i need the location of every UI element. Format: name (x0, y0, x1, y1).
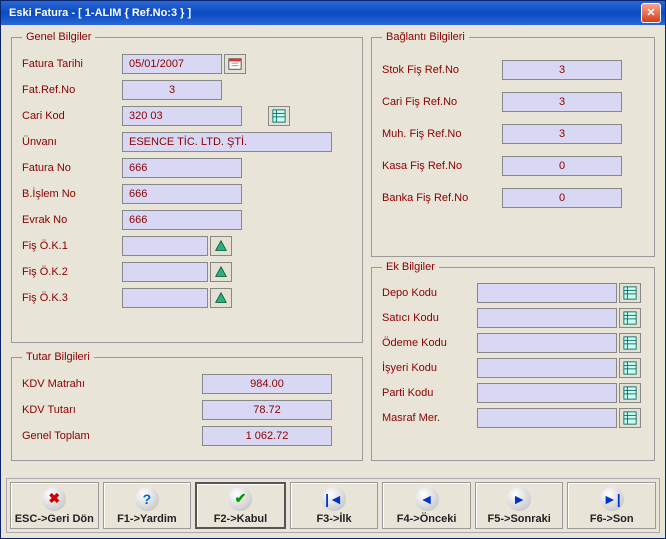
f6-son-button[interactable]: ►| F6->Son (567, 482, 656, 529)
evrak-no-label: Evrak No (22, 214, 122, 226)
title-bar: Eski Fatura - [ 1-ALIM { Ref.No:3 } ] ✕ (1, 1, 665, 25)
stok-fis-field[interactable]: 3 (502, 60, 622, 80)
f1-label: F1->Yardim (117, 513, 177, 525)
f4-onceki-button[interactable]: ◄ F4->Önceki (382, 482, 471, 529)
cari-kod-field[interactable]: 320 03 (122, 106, 242, 126)
genel-legend: Genel Bilgiler (22, 31, 95, 43)
fat-refno-label: Fat.Ref.No (22, 84, 122, 96)
genel-toplam-label: Genel Toplam (22, 430, 132, 442)
footer-toolbar: ✖ ESC->Geri Dön ? F1->Yardim ✔ F2->Kabul… (6, 478, 660, 533)
fatura-no-field[interactable]: 666 (122, 158, 242, 178)
evrak-no-field[interactable]: 666 (122, 210, 242, 230)
f6-label: F6->Son (590, 513, 634, 525)
masraf-mer-field[interactable] (477, 408, 617, 428)
bislem-no-label: B.İşlem No (22, 188, 122, 200)
client-area: Genel Bilgiler Fatura Tarihi 05/01/2007 … (1, 25, 665, 538)
lookup-icon[interactable] (619, 383, 641, 403)
fatura-no-label: Fatura No (22, 162, 122, 174)
parti-kodu-label: Parti Kodu (382, 387, 477, 399)
tutar-legend: Tutar Bilgileri (22, 351, 94, 363)
next-icon: ► (507, 487, 531, 511)
cancel-icon: ✖ (42, 487, 66, 511)
f4-label: F4->Önceki (397, 513, 457, 525)
fatura-tarihi-label: Fatura Tarihi (22, 58, 122, 70)
fatura-tarihi-field[interactable]: 05/01/2007 (122, 54, 222, 74)
baglanti-bilgileri-group: Bağlantı Bilgileri Stok Fiş Ref.No 3 Car… (371, 31, 655, 257)
bislem-no-field[interactable]: 666 (122, 184, 242, 204)
ek-bilgiler-group: Ek Bilgiler Depo Kodu Satıcı Kodu Ödeme … (371, 261, 655, 461)
odeme-kodu-label: Ödeme Kodu (382, 337, 477, 349)
muh-fis-label: Muh. Fiş Ref.No (382, 128, 502, 140)
help-icon: ? (135, 487, 159, 511)
satici-kodu-label: Satıcı Kodu (382, 312, 477, 324)
lookup-icon[interactable] (210, 262, 232, 282)
fis-ok3-label: Fiş Ö.K.3 (22, 292, 122, 304)
fis-ok3-field[interactable] (122, 288, 208, 308)
f5-sonraki-button[interactable]: ► F5->Sonraki (475, 482, 564, 529)
fat-refno-field[interactable]: 3 (122, 80, 222, 100)
banka-fis-field[interactable]: 0 (502, 188, 622, 208)
unvani-field[interactable]: ESENCE TİC. LTD. ŞTİ. (122, 132, 332, 152)
kdv-matrahi-field: 984.00 (202, 374, 332, 394)
ek-legend: Ek Bilgiler (382, 261, 439, 273)
lookup-icon[interactable] (268, 106, 290, 126)
cari-kod-label: Cari Kod (22, 110, 122, 122)
lookup-icon[interactable] (619, 408, 641, 428)
unvani-label: Ünvanı (22, 136, 122, 148)
lookup-icon[interactable] (619, 283, 641, 303)
masraf-mer-label: Masraf Mer. (382, 412, 477, 424)
depo-kodu-label: Depo Kodu (382, 287, 477, 299)
first-icon: |◄ (322, 487, 346, 511)
accept-icon: ✔ (228, 487, 252, 511)
lookup-icon[interactable] (210, 288, 232, 308)
esc-geri-don-button[interactable]: ✖ ESC->Geri Dön (10, 482, 99, 529)
f2-kabul-button[interactable]: ✔ F2->Kabul (195, 482, 286, 529)
lookup-icon[interactable] (619, 308, 641, 328)
f2-label: F2->Kabul (214, 513, 267, 525)
last-icon: ►| (600, 487, 624, 511)
f1-yardim-button[interactable]: ? F1->Yardim (103, 482, 192, 529)
close-button[interactable]: ✕ (641, 3, 661, 23)
cari-fis-label: Cari Fiş Ref.No (382, 96, 502, 108)
baglanti-legend: Bağlantı Bilgileri (382, 31, 469, 43)
stok-fis-label: Stok Fiş Ref.No (382, 64, 502, 76)
fis-ok1-label: Fiş Ö.K.1 (22, 240, 122, 252)
odeme-kodu-field[interactable] (477, 333, 617, 353)
kdv-tutari-field: 78.72 (202, 400, 332, 420)
esc-label: ESC->Geri Dön (15, 513, 94, 525)
kasa-fis-label: Kasa Fiş Ref.No (382, 160, 502, 172)
kdv-matrahi-label: KDV Matrahı (22, 378, 132, 390)
lookup-icon[interactable] (619, 333, 641, 353)
genel-toplam-field: 1 062.72 (202, 426, 332, 446)
prev-icon: ◄ (415, 487, 439, 511)
isyeri-kodu-field[interactable] (477, 358, 617, 378)
parti-kodu-field[interactable] (477, 383, 617, 403)
calendar-icon[interactable] (224, 54, 246, 74)
fis-ok2-label: Fiş Ö.K.2 (22, 266, 122, 278)
muh-fis-field[interactable]: 3 (502, 124, 622, 144)
genel-bilgiler-group: Genel Bilgiler Fatura Tarihi 05/01/2007 … (11, 31, 363, 343)
depo-kodu-field[interactable] (477, 283, 617, 303)
kdv-tutari-label: KDV Tutarı (22, 404, 132, 416)
fis-ok2-field[interactable] (122, 262, 208, 282)
f3-ilk-button[interactable]: |◄ F3->İlk (290, 482, 379, 529)
kasa-fis-field[interactable]: 0 (502, 156, 622, 176)
window-title: Eski Fatura - [ 1-ALIM { Ref.No:3 } ] (9, 7, 191, 19)
app-window: Eski Fatura - [ 1-ALIM { Ref.No:3 } ] ✕ … (0, 0, 666, 539)
isyeri-kodu-label: İşyeri Kodu (382, 362, 477, 374)
fis-ok1-field[interactable] (122, 236, 208, 256)
tutar-bilgileri-group: Tutar Bilgileri KDV Matrahı 984.00 KDV T… (11, 351, 363, 461)
f5-label: F5->Sonraki (488, 513, 551, 525)
cari-fis-field[interactable]: 3 (502, 92, 622, 112)
f3-label: F3->İlk (316, 513, 351, 525)
banka-fis-label: Banka Fiş Ref.No (382, 192, 502, 204)
lookup-icon[interactable] (210, 236, 232, 256)
lookup-icon[interactable] (619, 358, 641, 378)
satici-kodu-field[interactable] (477, 308, 617, 328)
